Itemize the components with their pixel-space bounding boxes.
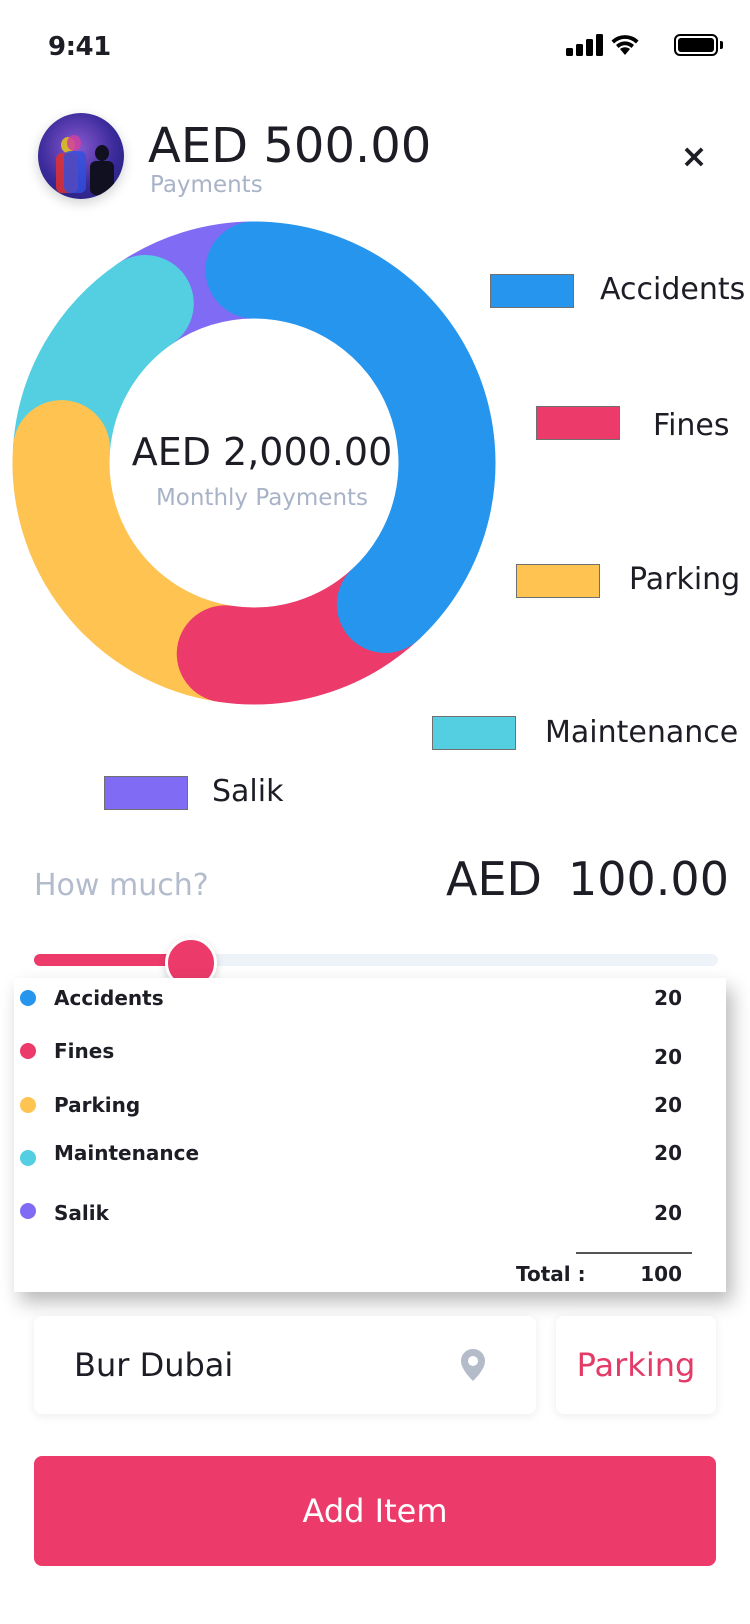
- breakdown-label-parking: Parking: [54, 1093, 141, 1117]
- amount-prompt: How much?: [34, 868, 209, 903]
- legend-label-salik: Salik: [212, 774, 284, 809]
- breakdown-label-salik: Salik: [54, 1201, 109, 1225]
- legend-swatch-accidents: [490, 274, 574, 308]
- breakdown-label-maintenance: Maintenance: [54, 1141, 200, 1165]
- breakdown-value-fines: 20: [654, 1045, 682, 1069]
- battery-icon: [674, 34, 718, 56]
- total-divider: [576, 1252, 692, 1254]
- battery-cap: [720, 41, 723, 49]
- breakdown-label-accidents: Accidents: [54, 986, 164, 1010]
- total-label: Total :: [516, 1262, 586, 1286]
- legend-label-accidents: Accidents: [600, 272, 746, 307]
- header-subtitle: Payments: [150, 172, 263, 198]
- breakdown-value-parking: 20: [654, 1093, 682, 1117]
- category-chip[interactable]: Parking: [556, 1316, 716, 1414]
- wifi-icon: [611, 35, 639, 55]
- add-item-button[interactable]: Add Item: [34, 1456, 716, 1566]
- breakdown-dot-accidents: [20, 990, 36, 1006]
- avatar[interactable]: [38, 113, 124, 199]
- legend-swatch-fines: [536, 406, 620, 440]
- breakdown-dot-maintenance: [20, 1150, 36, 1166]
- chart-center-amount: AED 2,000.00: [131, 430, 393, 474]
- legend-swatch-salik: [104, 776, 188, 810]
- status-time: 9:41: [48, 32, 111, 62]
- total-value: 100: [640, 1262, 682, 1286]
- legend-swatch-maintenance: [432, 716, 516, 750]
- breakdown-value-accidents: 20: [654, 986, 682, 1010]
- avatar-people-photo: [56, 135, 114, 195]
- breakdown-value-maintenance: 20: [654, 1141, 682, 1165]
- breakdown-dot-salik: [20, 1203, 36, 1219]
- amount-value[interactable]: 100.00: [568, 852, 729, 906]
- location-value: Bur Dubai: [74, 1346, 234, 1384]
- location-field[interactable]: Bur Dubai: [34, 1316, 536, 1414]
- breakdown-value-salik: 20: [654, 1201, 682, 1225]
- breakdown-dot-parking: [20, 1097, 36, 1113]
- breakdown-dot-fines: [20, 1043, 36, 1059]
- chart-center-subtitle: Monthly Payments: [155, 485, 369, 511]
- legend-swatch-parking: [516, 564, 600, 598]
- cellular-signal-icon: [566, 34, 603, 56]
- breakdown-card: Accidents 20 Fines 20 Parking 20 Mainten…: [14, 978, 726, 1292]
- location-pin-icon: [461, 1349, 485, 1381]
- close-button[interactable]: ×: [676, 138, 712, 174]
- header-amount: AED 500.00: [148, 118, 432, 174]
- amount-currency: AED: [446, 852, 542, 906]
- breakdown-label-fines: Fines: [54, 1039, 115, 1063]
- legend-label-fines: Fines: [653, 408, 730, 443]
- legend-label-maintenance: Maintenance: [545, 715, 739, 750]
- legend-label-parking: Parking: [629, 562, 741, 597]
